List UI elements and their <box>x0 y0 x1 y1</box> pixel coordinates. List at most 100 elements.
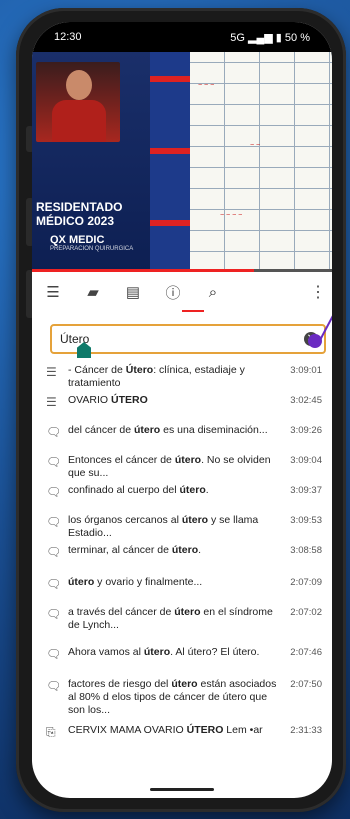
result-text-match: útero <box>174 454 202 466</box>
search-result-row[interactable]: 🗨 Ahora vamos al útero. Al útero? El úter… <box>32 646 332 661</box>
more-options-icon[interactable]: ⋮ <box>310 282 326 302</box>
result-text-pre: Ahora vamos al <box>68 646 144 658</box>
result-text-post: . <box>198 544 202 556</box>
search-result-row[interactable]: ☰ - Cáncer de Útero: clínica, estadiaje y… <box>32 364 332 390</box>
result-text-match: útero <box>133 424 161 436</box>
result-text-pre: - Cáncer de <box>68 364 126 376</box>
result-text-pre: a través del cáncer de <box>68 606 175 618</box>
result-text-post: y ovario y finalmente... <box>94 576 203 588</box>
search-result-timestamp: 3:09:01 <box>290 365 322 376</box>
search-result-row[interactable]: 🗨 del cáncer de útero es una diseminación… <box>32 424 332 439</box>
chapters-icon[interactable]: ☰ <box>44 283 62 301</box>
search-result-text: - Cáncer de Útero: clínica, estadiaje y … <box>68 364 290 390</box>
search-result-timestamp: 3:08:58 <box>290 545 322 556</box>
result-text-pre: del cáncer de <box>68 424 134 436</box>
search-field[interactable]: ✕ <box>50 324 326 354</box>
transcript-icon[interactable]: ▤ <box>124 283 142 301</box>
result-text-post: . <box>205 484 209 496</box>
search-input[interactable] <box>58 331 282 347</box>
search-icon[interactable]: ⌕ <box>204 283 222 301</box>
search-result-timestamp: 2:07:02 <box>290 607 322 618</box>
logo-text: QX MEDIC <box>50 234 105 246</box>
search-result-text: del cáncer de útero es una diseminación.… <box>68 424 290 437</box>
result-text-pre: CERVIX MAMA OVARIO <box>68 724 187 736</box>
signal-icon: ▂▄▆ <box>248 31 273 44</box>
search-result-text: factores de riesgo del útero están asoci… <box>68 678 290 717</box>
search-result-timestamp: 3:09:37 <box>290 485 322 496</box>
result-text-pre: Entonces el cáncer de <box>68 454 175 466</box>
phone-screen: 12:30 5G ▂▄▆ ▮ 50 % RESIDENTADO MÉDICO 2… <box>32 22 332 798</box>
result-text-match: útero <box>143 646 171 658</box>
speech-icon: 🗨 <box>46 515 62 529</box>
search-result-text: terminar, al cáncer de útero. <box>68 544 290 557</box>
result-text-pre: OVARIO <box>68 394 111 406</box>
battery-label: 50 % <box>284 31 310 44</box>
whiteboard-sheet: ~ ~ ~ ~ ~ ~ ~ ~ ~ <box>190 52 332 272</box>
menu-band <box>150 220 190 226</box>
search-result-text: Entonces el cáncer de útero. No se olvid… <box>68 454 290 480</box>
video-title: RESIDENTADO MÉDICO 2023 <box>36 200 146 228</box>
search-result-text: confinado al cuerpo del útero. <box>68 484 290 497</box>
search-result-row[interactable]: 🗨 confinado al cuerpo del útero. 3:09:37 <box>32 484 332 499</box>
chapter-icon: ☰ <box>46 365 57 379</box>
battery-icon: ▮ <box>275 31 282 44</box>
search-result-row[interactable]: 🗨 terminar, al cáncer de útero. 3:08:58 <box>32 544 332 559</box>
whiteboard-scribble: ~ ~ <box>250 142 261 149</box>
search-result-timestamp: 2:07:46 <box>290 647 322 658</box>
search-result-text: OVARIO ÚTERO <box>68 394 290 407</box>
home-indicator[interactable] <box>150 788 214 791</box>
search-result-text: CERVIX MAMA OVARIO ÚTERO Lem •ar <box>68 724 290 737</box>
search-result-row[interactable]: 🗨 factores de riesgo del útero están asoc… <box>32 678 332 717</box>
search-result-row[interactable]: 🗨 los órganos cercanos al útero y se llam… <box>32 514 332 540</box>
info-icon[interactable]: ⓘ <box>164 283 182 302</box>
video-title-line1: RESIDENTADO <box>36 200 123 214</box>
search-result-timestamp: 2:31:33 <box>290 725 322 736</box>
result-text-pre: terminar, al cáncer de <box>68 544 172 556</box>
status-time: 12:30 <box>54 31 82 43</box>
search-result-timestamp: 3:09:53 <box>290 515 322 526</box>
speech-icon: 🗨 <box>46 545 62 559</box>
result-text-match: útero <box>174 606 201 618</box>
result-text-post: Lem •ar <box>223 724 263 736</box>
search-result-timestamp: 2:07:50 <box>290 679 322 690</box>
caption-icon: ⎘ <box>46 725 56 739</box>
speech-icon: 🗨 <box>46 577 62 591</box>
search-result-timestamp: 3:09:26 <box>290 425 322 436</box>
search-result-text: a través del cáncer de útero en el síndr… <box>68 606 290 632</box>
pointer-dot <box>308 334 322 348</box>
speech-icon: 🗨 <box>46 607 62 621</box>
result-text-match: útero <box>68 576 95 588</box>
result-text-match: ÚTERO <box>186 724 224 736</box>
search-result-row[interactable]: ☰ OVARIO ÚTERO 3:02:45 <box>32 394 332 409</box>
result-text-match: útero <box>181 514 209 526</box>
video-menu-column <box>150 52 190 272</box>
search-result-row[interactable]: 🗨 útero y ovario y finalmente... 2:07:09 <box>32 576 332 591</box>
status-icons: 5G ▂▄▆ ▮ 50 % <box>230 31 310 44</box>
video-branding-panel: RESIDENTADO MÉDICO 2023 QX MEDIC PREPARA… <box>32 52 150 272</box>
presenter-thumbnail <box>36 62 120 142</box>
speech-icon: 🗨 <box>46 425 62 439</box>
search-result-row[interactable]: 🗨 a través del cáncer de útero en el sínd… <box>32 606 332 632</box>
whiteboard-scribble: ~ ~ ~ ~ <box>220 212 243 219</box>
speech-icon: 🗨 <box>46 679 62 693</box>
video-player[interactable]: RESIDENTADO MÉDICO 2023 QX MEDIC PREPARA… <box>32 52 332 272</box>
search-result-row[interactable]: 🗨 Entonces el cáncer de útero. No se olvi… <box>32 454 332 480</box>
result-text-pre: los órganos cercanos al <box>68 514 182 526</box>
speech-icon: 🗨 <box>46 647 62 661</box>
network-label: 5G <box>230 31 245 44</box>
search-result-row[interactable]: ⎘ CERVIX MAMA OVARIO ÚTERO Lem •ar 2:31:33 <box>32 724 332 740</box>
result-text-match: ÚTERO <box>110 394 148 406</box>
result-text-match: útero <box>171 678 198 690</box>
result-text-match: útero <box>179 484 206 496</box>
speech-icon: 🗨 <box>46 455 62 469</box>
chat-icon[interactable]: ▰ <box>84 283 102 301</box>
search-result-timestamp: 2:07:09 <box>290 577 322 588</box>
active-tab-indicator <box>182 310 204 312</box>
search-result-text: útero y ovario y finalmente... <box>68 576 290 589</box>
menu-band <box>150 148 190 154</box>
result-text-post: es una diseminación... <box>160 424 268 436</box>
presenter-body <box>52 100 106 142</box>
menu-band <box>150 76 190 82</box>
result-text-match: útero <box>171 544 199 556</box>
video-tools-bar: ☰ ▰ ▤ ⓘ ⌕ ⋮ <box>32 272 332 312</box>
